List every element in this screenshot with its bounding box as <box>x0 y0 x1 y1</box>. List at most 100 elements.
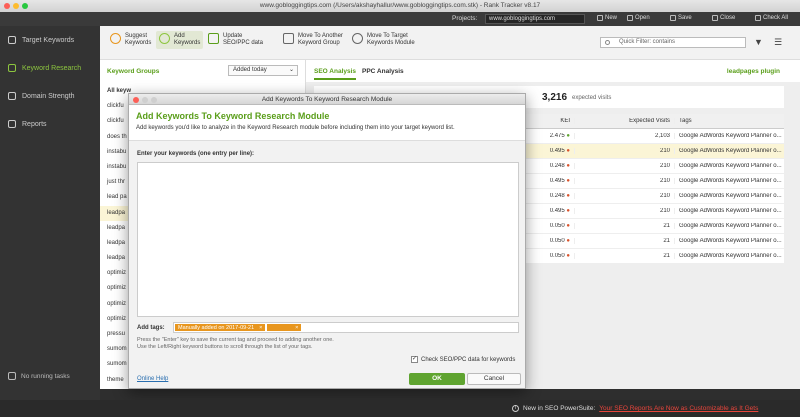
close-window-icon[interactable] <box>4 3 10 9</box>
dialog-close-icon[interactable] <box>133 96 139 103</box>
checkbox-checked-icon[interactable]: ✓ <box>411 356 418 363</box>
suggest-keywords-button[interactable]: Suggest Keywords <box>110 33 157 47</box>
status-dot-icon: ● <box>564 253 570 259</box>
target-icon <box>8 36 16 44</box>
kei-cell: 0.495 ● <box>549 208 570 214</box>
tasks-icon <box>8 372 16 380</box>
move-to-group-button[interactable]: Move To Another Keyword Group <box>283 33 358 47</box>
remove-tag-icon[interactable]: × <box>259 324 262 331</box>
col-kei[interactable]: KEI <box>534 118 574 124</box>
report-icon <box>8 120 16 128</box>
news-link[interactable]: Your SEO Reports Are Now as Customizable… <box>599 405 758 412</box>
lightbulb-icon <box>110 33 121 44</box>
status-dot-icon: ● <box>564 208 570 214</box>
quick-filter-input[interactable]: Quick Filter: contains <box>600 37 746 48</box>
nav-item-keyword-research[interactable]: Keyword Research <box>0 54 100 82</box>
tag-chip[interactable]: Manually added on 2017-09-21 × <box>175 324 266 331</box>
new-button[interactable]: New <box>597 15 617 21</box>
kei-cell: 2.475 ● <box>549 133 570 139</box>
tags-cell: Google AdWords Keyword Planner o... <box>674 208 784 214</box>
online-help-link[interactable]: Online Help <box>137 376 168 382</box>
tab-ppc-analysis[interactable]: PPC Analysis <box>362 68 404 75</box>
project-select[interactable]: www.gobloggingtips.com <box>485 14 585 24</box>
search-icon <box>8 64 16 72</box>
check-seo-ppc-checkbox[interactable]: ✓ Check SEO/PPC data for keywords <box>411 356 515 363</box>
minimize-window-icon[interactable] <box>13 3 19 9</box>
close-button[interactable]: Close <box>712 15 735 21</box>
filter-icon[interactable]: ▼ <box>754 37 763 47</box>
group-name: leadpages plugin <box>726 68 780 75</box>
tags-hint: Press the "Enter" key to save the curren… <box>137 337 334 350</box>
dialog-minimize-icon <box>142 96 148 103</box>
info-icon: i <box>512 405 519 412</box>
open-icon <box>627 15 633 21</box>
dialog-zoom-icon <box>151 96 157 103</box>
tags-cell: Google AdWords Keyword Planner o... <box>674 163 784 169</box>
nav-item-reports[interactable]: Reports <box>0 110 100 138</box>
add-keywords-dialog: Add Keywords To Keyword Research Module … <box>128 93 526 389</box>
expected-visits-cell: 210 <box>574 178 674 184</box>
left-nav: Target Keywords Keyword Research Domain … <box>0 26 100 400</box>
col-tags[interactable]: Tags <box>674 118 784 124</box>
kei-cell: 0.495 ● <box>549 148 570 154</box>
status-dot-icon: ● <box>564 223 570 229</box>
status-dot-icon: ● <box>564 133 570 139</box>
dialog-window-controls[interactable] <box>133 96 157 103</box>
open-button[interactable]: Open <box>627 15 650 21</box>
expected-visits-cell: 210 <box>574 148 674 154</box>
tags-cell: Google AdWords Keyword Planner o... <box>674 148 784 154</box>
nav-item-domain-strength[interactable]: Domain Strength <box>0 82 100 110</box>
tags-cell: Google AdWords Keyword Planner o... <box>674 253 784 259</box>
search-icon <box>605 40 610 45</box>
keywords-textarea[interactable] <box>137 162 519 317</box>
kei-cell: 0.050 ● <box>549 223 570 229</box>
status-dot-icon: ● <box>564 238 570 244</box>
dialog-description: Add keywords you'd like to analyze in th… <box>136 125 455 131</box>
add-icon <box>159 33 170 44</box>
expected-visits-label: expected visits <box>572 95 612 101</box>
add-keywords-button[interactable]: Add Keywords <box>156 31 203 49</box>
expected-visits-cell: 21 <box>574 223 674 229</box>
dialog-titlebar: Add Keywords To Keyword Research Module <box>129 94 525 105</box>
update-data-button[interactable]: Update SEO/PPC data <box>208 33 269 47</box>
domain-icon <box>8 92 16 100</box>
cancel-button[interactable]: Cancel <box>467 373 521 385</box>
target-move-icon <box>352 33 363 44</box>
tags-cell: Google AdWords Keyword Planner o... <box>674 133 784 139</box>
project-bar: Projects: www.gobloggingtips.com New Ope… <box>0 12 800 26</box>
tags-input[interactable]: Manually added on 2017-09-21 × × <box>173 322 519 333</box>
new-tag-chip[interactable]: × <box>267 324 302 331</box>
close-icon <box>712 15 718 21</box>
check-all-button[interactable]: Check All <box>755 15 788 21</box>
nav-item-target-keywords[interactable]: Target Keywords <box>0 26 100 54</box>
window-controls[interactable] <box>4 3 28 9</box>
tags-label: Add tags: <box>137 325 165 331</box>
news-banner: i New in SEO PowerSuite: Your SEO Report… <box>512 405 758 412</box>
tags-cell: Google AdWords Keyword Planner o... <box>674 238 784 244</box>
kei-cell: 0.050 ● <box>549 238 570 244</box>
tags-cell: Google AdWords Keyword Planner o... <box>674 193 784 199</box>
save-button[interactable]: Save <box>670 15 692 21</box>
dialog-header: Add Keywords To Keyword Research Module … <box>129 105 525 141</box>
toolbar: Suggest Keywords Add Keywords Update SEO… <box>100 26 800 60</box>
projects-label: Projects: <box>452 15 478 22</box>
expected-visits-cell: 2,103 <box>574 133 674 139</box>
kei-cell: 0.050 ● <box>549 253 570 259</box>
col-expected-visits[interactable]: Expected Visits <box>574 118 674 124</box>
expected-visits-cell: 210 <box>574 163 674 169</box>
task-status: No running tasks <box>8 372 70 380</box>
expected-visits-cell: 210 <box>574 193 674 199</box>
kei-cell: 0.248 ● <box>549 163 570 169</box>
check-all-icon <box>755 15 761 21</box>
remove-tag-icon[interactable]: × <box>295 324 298 331</box>
dialog-heading: Add Keywords To Keyword Research Module <box>136 111 330 121</box>
tab-seo-analysis[interactable]: SEO Analysis <box>314 68 357 80</box>
groups-sort-select[interactable]: Added today ⌄ <box>228 65 298 76</box>
move-to-target-button[interactable]: Move To Target Keywords Module <box>352 33 427 47</box>
columns-icon[interactable]: ☰ <box>774 37 782 48</box>
zoom-window-icon[interactable] <box>22 3 28 9</box>
tags-cell: Google AdWords Keyword Planner o... <box>674 178 784 184</box>
bottom-bar: i New in SEO PowerSuite: Your SEO Report… <box>0 400 800 417</box>
new-icon <box>597 15 603 21</box>
ok-button[interactable]: OK <box>409 373 465 385</box>
